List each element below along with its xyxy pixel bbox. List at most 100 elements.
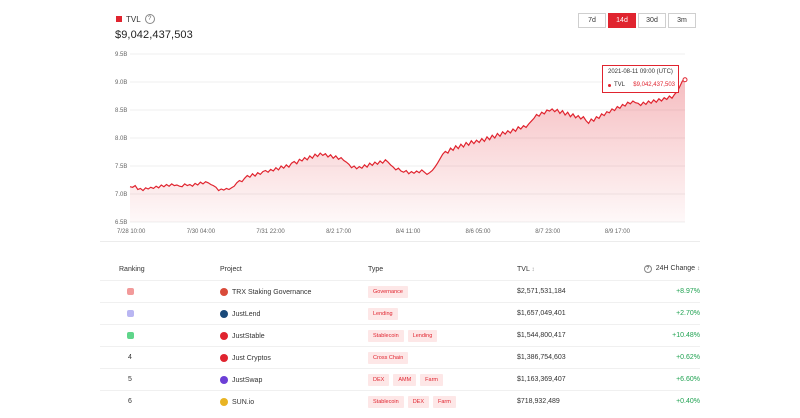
cell-type: Stablecoin Lending xyxy=(368,324,517,347)
cell-type: DEX AMM Farm xyxy=(368,368,517,391)
rank-medal-icon xyxy=(127,331,134,339)
table-row[interactable]: 4 Just Cryptos Cross Chain $1,386,754,603 +0… xyxy=(100,346,700,369)
cell-type: Stablecoin DEX Farm xyxy=(368,390,517,412)
type-tag: DEX xyxy=(368,373,390,386)
table-row[interactable]: 5 JustSwap DEX AMM Farm $1,163,369,407 +6.60% xyxy=(100,368,700,391)
cell-rank xyxy=(100,280,220,303)
chart-legend[interactable]: TVL ? xyxy=(116,14,155,24)
project-name[interactable]: JustLend xyxy=(232,310,260,317)
type-tag: Farm xyxy=(420,373,443,386)
type-tag: Lending xyxy=(407,329,438,342)
x-tick-label: 8/4 11:00 xyxy=(396,229,421,235)
cell-rank xyxy=(100,302,220,325)
y-tick-label: 7.5B xyxy=(115,164,127,170)
project-name[interactable]: JustSwap xyxy=(232,376,262,383)
project-logo-icon xyxy=(220,353,228,362)
cell-24h-change: +10.48% xyxy=(632,324,700,347)
sort-icon[interactable]: ↕ xyxy=(532,267,535,273)
rank-medal-icon xyxy=(127,287,134,295)
cell-rank xyxy=(100,324,220,347)
table-row[interactable]: JustStable Stablecoin Lending $1,544,800,41… xyxy=(100,324,700,347)
rank-number: 6 xyxy=(128,398,132,405)
cell-rank: 4 xyxy=(100,346,220,369)
table-header-row: Ranking Project Type TVL ↕ ? 24H Change … xyxy=(100,258,700,281)
cell-type: Governance xyxy=(368,280,517,303)
x-tick-label: 8/9 17:00 xyxy=(605,229,631,235)
x-tick-label: 8/6 05:00 xyxy=(466,229,492,235)
legend-label: TVL xyxy=(126,14,141,24)
tvl-area-fill xyxy=(130,79,685,222)
cell-project[interactable]: SUN.io xyxy=(220,390,368,412)
cell-project[interactable]: JustLend xyxy=(220,302,368,325)
hover-point xyxy=(682,77,688,83)
cell-24h-change: +0.40% xyxy=(632,390,700,412)
project-logo-icon xyxy=(220,375,228,384)
y-tick-label: 9.5B xyxy=(115,52,127,58)
tooltip-series-label: TVL xyxy=(614,82,626,88)
cell-24h-change: +8.97% xyxy=(632,280,700,303)
project-ranking-table: Ranking Project Type TVL ↕ ? 24H Change … xyxy=(100,258,700,412)
rank-number: 4 xyxy=(128,354,132,361)
help-icon[interactable]: ? xyxy=(643,265,652,273)
x-tick-label: 7/28 10:00 xyxy=(117,229,146,235)
range-button-30d[interactable]: 30d xyxy=(638,13,666,28)
section-divider xyxy=(100,241,700,242)
y-tick-label: 6.5B xyxy=(115,220,127,226)
cell-24h-change: +6.60% xyxy=(632,368,700,391)
project-name[interactable]: SUN.io xyxy=(232,398,254,405)
tooltip-series-dot xyxy=(608,83,611,87)
table-row[interactable]: JustLend Lending $1,657,049,401 +2.70% xyxy=(100,302,700,325)
header-project: Project xyxy=(220,265,242,273)
cell-tvl: $1,163,369,407 xyxy=(517,368,632,391)
type-tag: Farm xyxy=(433,395,456,408)
rank-medal-icon xyxy=(127,309,134,317)
cell-project[interactable]: TRX Staking Governance xyxy=(220,280,368,303)
x-tick-label: 7/31 22:00 xyxy=(256,229,285,235)
cell-rank: 5 xyxy=(100,368,220,391)
type-tag: Stablecoin xyxy=(368,329,404,342)
y-tick-label: 8.0B xyxy=(115,136,127,142)
cell-24h-change: +0.62% xyxy=(632,346,700,369)
type-tag: Cross Chain xyxy=(368,351,409,364)
cell-tvl: $1,657,049,401 xyxy=(517,302,632,325)
tooltip-value: $9,042,437,503 xyxy=(633,82,675,88)
project-logo-icon xyxy=(220,309,228,318)
header-24h-change[interactable]: ? 24H Change ↕ xyxy=(632,258,700,281)
y-tick-label: 9.0B xyxy=(115,80,127,86)
x-tick-label: 8/7 23:00 xyxy=(535,229,561,235)
help-icon[interactable]: ? xyxy=(144,14,155,24)
cell-tvl: $2,571,531,184 xyxy=(517,280,632,303)
chart-tooltip: 2021-08-11 09:00 (UTC) TVL $9,042,437,50… xyxy=(602,65,679,93)
y-tick-label: 8.5B xyxy=(115,108,127,114)
cell-tvl: $718,932,489 xyxy=(517,390,632,412)
header-tvl-label: TVL xyxy=(517,265,530,273)
cell-project[interactable]: Just Cryptos xyxy=(220,346,368,369)
type-tag: DEX xyxy=(407,395,429,408)
cell-type: Cross Chain xyxy=(368,346,517,369)
project-logo-icon xyxy=(220,397,228,406)
header-tvl[interactable]: TVL ↕ xyxy=(517,258,632,281)
cell-project[interactable]: JustStable xyxy=(220,324,368,347)
range-button-3m[interactable]: 3m xyxy=(668,13,696,28)
type-tag: AMM xyxy=(393,373,417,386)
project-name[interactable]: TRX Staking Governance xyxy=(232,288,311,295)
x-tick-label: 7/30 04:00 xyxy=(187,229,216,235)
type-tag: Governance xyxy=(368,285,408,298)
cell-tvl: $1,386,754,603 xyxy=(517,346,632,369)
project-logo-icon xyxy=(220,287,228,296)
project-logo-icon xyxy=(220,331,228,340)
cell-project[interactable]: JustSwap xyxy=(220,368,368,391)
table-row[interactable]: 6 SUN.io Stablecoin DEX Farm $718,932,489 +0.4… xyxy=(100,390,700,412)
cell-24h-change: +2.70% xyxy=(632,302,700,325)
cell-tvl: $1,544,800,417 xyxy=(517,324,632,347)
range-button-14d[interactable]: 14d xyxy=(608,13,636,28)
range-button-7d[interactable]: 7d xyxy=(578,13,606,28)
tooltip-date: 2021-08-11 09:00 (UTC) xyxy=(608,69,673,75)
sort-icon[interactable]: ↕ xyxy=(697,266,700,272)
type-tag: Lending xyxy=(368,307,398,320)
time-range-selector: 7d 14d 30d 3m xyxy=(578,13,696,28)
project-name[interactable]: Just Cryptos xyxy=(232,354,271,361)
type-tag: Stablecoin xyxy=(368,395,404,408)
table-row[interactable]: TRX Staking Governance Governance $2,571,5… xyxy=(100,280,700,303)
project-name[interactable]: JustStable xyxy=(232,332,265,339)
